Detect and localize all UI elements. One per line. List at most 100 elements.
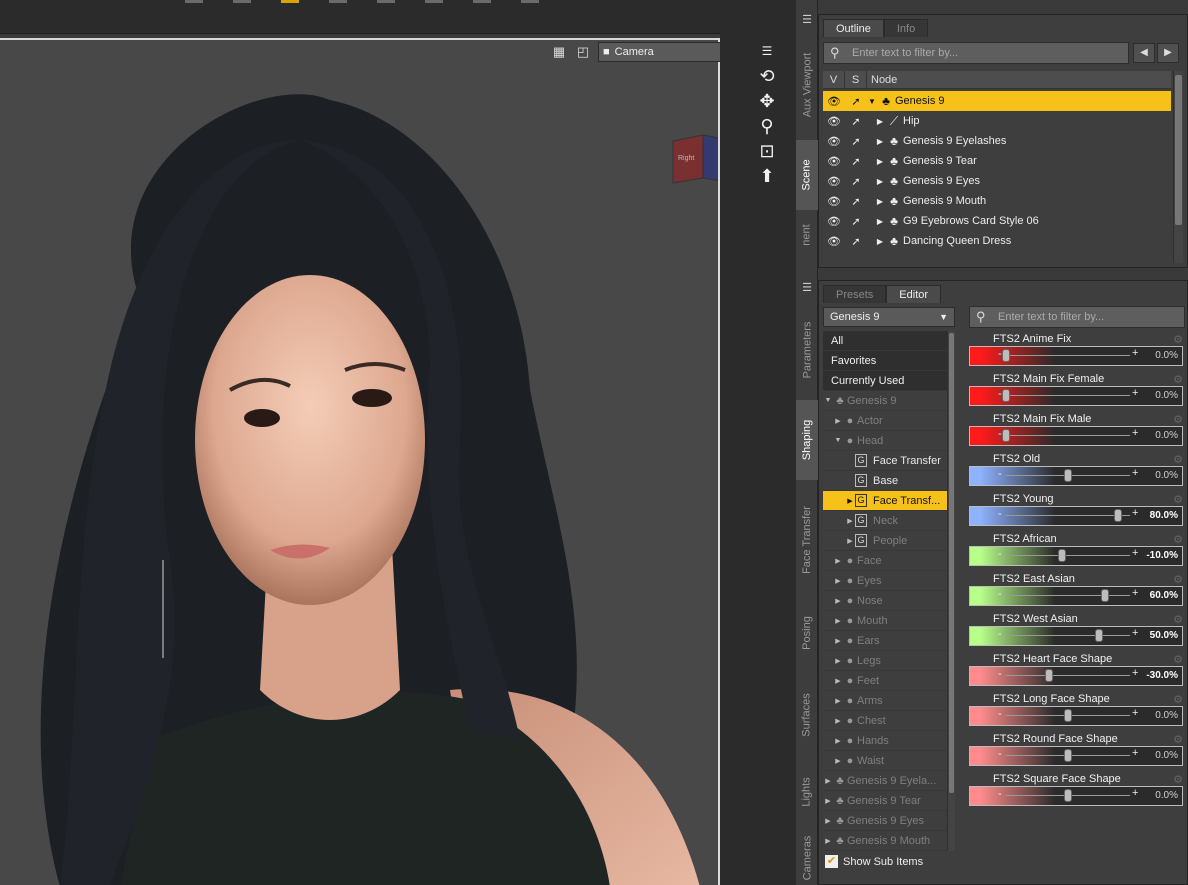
slider-track[interactable] bbox=[1006, 355, 1130, 356]
tab-posing[interactable]: Posing bbox=[796, 598, 818, 668]
tab-surfaces[interactable]: Surfaces bbox=[796, 675, 818, 755]
property-value[interactable]: 80.0% bbox=[1150, 510, 1178, 521]
property-slider[interactable]: FTS2 African ⚙ - + -10.0% bbox=[969, 531, 1185, 571]
slider-knob[interactable] bbox=[1002, 429, 1010, 442]
decrement-icon[interactable]: - bbox=[998, 588, 1002, 600]
tree-item[interactable]: ▶ G People bbox=[823, 531, 951, 551]
gear-icon[interactable]: ⚙ bbox=[1173, 653, 1183, 666]
gear-icon[interactable]: ⚙ bbox=[1173, 613, 1183, 626]
gear-icon[interactable]: ⚙ bbox=[1173, 733, 1183, 746]
scene-node[interactable]: 👁 ➚ ▶ ♣ Dancing Queen Dress bbox=[823, 231, 1171, 251]
pane-menu-icon[interactable]: ☰ bbox=[799, 14, 815, 26]
property-slider[interactable]: FTS2 Anime Fix ⚙ - +0.0% bbox=[969, 331, 1185, 371]
scene-node[interactable]: 👁 ➚ ▼ ♣ Genesis 9 bbox=[823, 91, 1171, 111]
zoom-icon[interactable]: ⚲ bbox=[754, 115, 780, 137]
viewport-options-icon[interactable]: ▦ bbox=[550, 43, 568, 61]
slider-field[interactable]: - +50.0% bbox=[969, 626, 1183, 646]
slider-field[interactable]: - + -30.0% bbox=[969, 666, 1183, 686]
increment-icon[interactable]: + bbox=[1132, 787, 1138, 799]
select-arrow-icon[interactable]: ➚ bbox=[845, 195, 867, 208]
frame-icon[interactable]: ⊡ bbox=[754, 140, 780, 162]
scrollbar-thumb[interactable] bbox=[1175, 75, 1182, 225]
expand-arrow-icon[interactable]: ▶ bbox=[875, 217, 885, 226]
gear-icon[interactable]: ⚙ bbox=[1173, 333, 1183, 346]
slider-track[interactable] bbox=[1006, 395, 1130, 396]
decrement-icon[interactable]: - bbox=[998, 628, 1002, 640]
expand-arrow-icon[interactable]: ▶ bbox=[875, 197, 885, 206]
slider-knob[interactable] bbox=[1064, 749, 1072, 762]
increment-icon[interactable]: + bbox=[1132, 467, 1138, 479]
slider-track[interactable] bbox=[1006, 515, 1130, 516]
scene-node[interactable]: 👁 ➚ ▶ ♣ G9 Eyebrows Card Style 06 bbox=[823, 211, 1171, 231]
tree-item[interactable]: ▶ ● Feet bbox=[823, 671, 951, 691]
expand-arrow-icon[interactable]: ▶ bbox=[875, 137, 885, 146]
toolbar-icon[interactable] bbox=[377, 0, 395, 3]
scene-node[interactable]: 👁 ➚ ▶ ♣ Genesis 9 Mouth bbox=[823, 191, 1171, 211]
tree-item[interactable]: ▶ ♣ Genesis 9 Eyela... bbox=[823, 771, 951, 791]
tab-info[interactable]: Info bbox=[883, 19, 929, 37]
property-slider[interactable]: FTS2 Main Fix Male ⚙ - +0.0% bbox=[969, 411, 1185, 451]
property-value[interactable]: 0.0% bbox=[1155, 750, 1178, 761]
tree-item-favorites[interactable]: Favorites bbox=[823, 351, 951, 371]
gear-icon[interactable]: ⚙ bbox=[1173, 493, 1183, 506]
tree-item[interactable]: ▶ ● Legs bbox=[823, 651, 951, 671]
increment-icon[interactable]: + bbox=[1132, 387, 1138, 399]
slider-field[interactable]: - +0.0% bbox=[969, 706, 1183, 726]
slider-knob[interactable] bbox=[1045, 669, 1054, 682]
tree-item[interactable]: ▶ ♣ Genesis 9 Eyes bbox=[823, 811, 951, 831]
property-slider[interactable]: FTS2 East Asian ⚙ - +60.0% bbox=[969, 571, 1185, 611]
increment-icon[interactable]: + bbox=[1132, 747, 1138, 759]
increment-icon[interactable]: + bbox=[1132, 627, 1138, 639]
toolbar-icon[interactable] bbox=[473, 0, 491, 3]
slider-field[interactable]: - +0.0% bbox=[969, 386, 1183, 406]
figure-select[interactable]: Genesis 9 ▼ bbox=[823, 307, 955, 327]
select-arrow-icon[interactable]: ➚ bbox=[845, 235, 867, 248]
tree-item[interactable]: ▶ ● Actor bbox=[823, 411, 951, 431]
gear-icon[interactable]: ⚙ bbox=[1173, 413, 1183, 426]
eye-icon[interactable]: 👁 bbox=[823, 135, 845, 148]
column-selectable[interactable]: S bbox=[845, 71, 867, 88]
gear-icon[interactable]: ⚙ bbox=[1173, 533, 1183, 546]
scene-node[interactable]: 👁 ➚ ▶ ♣ Genesis 9 Tear bbox=[823, 151, 1171, 171]
property-value[interactable]: 0.0% bbox=[1155, 390, 1178, 401]
expand-arrow-icon[interactable]: ▶ bbox=[875, 117, 885, 126]
tab-face-transfer[interactable]: Face Transfer bbox=[796, 490, 818, 590]
toolbar-icon[interactable] bbox=[425, 0, 443, 3]
slider-field[interactable]: - +0.0% bbox=[969, 746, 1183, 766]
property-value[interactable]: 0.0% bbox=[1155, 710, 1178, 721]
slider-field[interactable]: - +0.0% bbox=[969, 346, 1183, 366]
property-filter-input[interactable]: ⚲ Enter text to filter by... bbox=[969, 306, 1185, 328]
pan-icon[interactable]: ✥ bbox=[754, 90, 780, 112]
expand-arrow-icon[interactable]: ▶ bbox=[875, 177, 885, 186]
gear-icon[interactable]: ⚙ bbox=[1173, 573, 1183, 586]
select-arrow-icon[interactable]: ➚ bbox=[845, 215, 867, 228]
slider-knob[interactable] bbox=[1064, 469, 1072, 482]
tree-item[interactable]: G Base bbox=[823, 471, 951, 491]
slider-field[interactable]: - + -10.0% bbox=[969, 546, 1183, 566]
tree-item[interactable]: ▶ ♣ Genesis 9 Mouth bbox=[823, 831, 951, 851]
orbit-icon[interactable]: ⟲ bbox=[754, 65, 780, 87]
slider-field[interactable]: - +0.0% bbox=[969, 786, 1183, 806]
pane-menu-icon[interactable]: ☰ bbox=[799, 282, 815, 294]
select-arrow-icon[interactable]: ➚ bbox=[845, 175, 867, 188]
expand-arrow-icon[interactable]: ▶ bbox=[875, 157, 885, 166]
property-value[interactable]: -10.0% bbox=[1146, 550, 1178, 561]
tree-item[interactable]: ▼ ● Head bbox=[823, 431, 951, 451]
increment-icon[interactable]: + bbox=[1132, 667, 1138, 679]
property-slider[interactable]: FTS2 Square Face Shape ⚙ - +0.0% bbox=[969, 771, 1185, 811]
tree-item[interactable]: ▶ ● Nose bbox=[823, 591, 951, 611]
select-arrow-icon[interactable]: ➚ bbox=[845, 115, 867, 128]
slider-knob[interactable] bbox=[1101, 589, 1110, 602]
toolbar-icon[interactable] bbox=[329, 0, 347, 3]
slider-field[interactable]: - +0.0% bbox=[969, 466, 1183, 486]
toolbar-icon[interactable] bbox=[281, 0, 299, 3]
slider-knob[interactable] bbox=[1095, 629, 1103, 642]
tab-shaping[interactable]: Shaping bbox=[796, 400, 818, 480]
gear-icon[interactable]: ⚙ bbox=[1173, 453, 1183, 466]
select-arrow-icon[interactable]: ➚ bbox=[845, 155, 867, 168]
property-slider[interactable]: FTS2 Old ⚙ - +0.0% bbox=[969, 451, 1185, 491]
slider-track[interactable] bbox=[1006, 635, 1130, 636]
tab-aux-viewport[interactable]: Aux Viewport bbox=[796, 40, 818, 130]
gear-icon[interactable]: ⚙ bbox=[1173, 373, 1183, 386]
slider-knob[interactable] bbox=[1064, 709, 1072, 722]
